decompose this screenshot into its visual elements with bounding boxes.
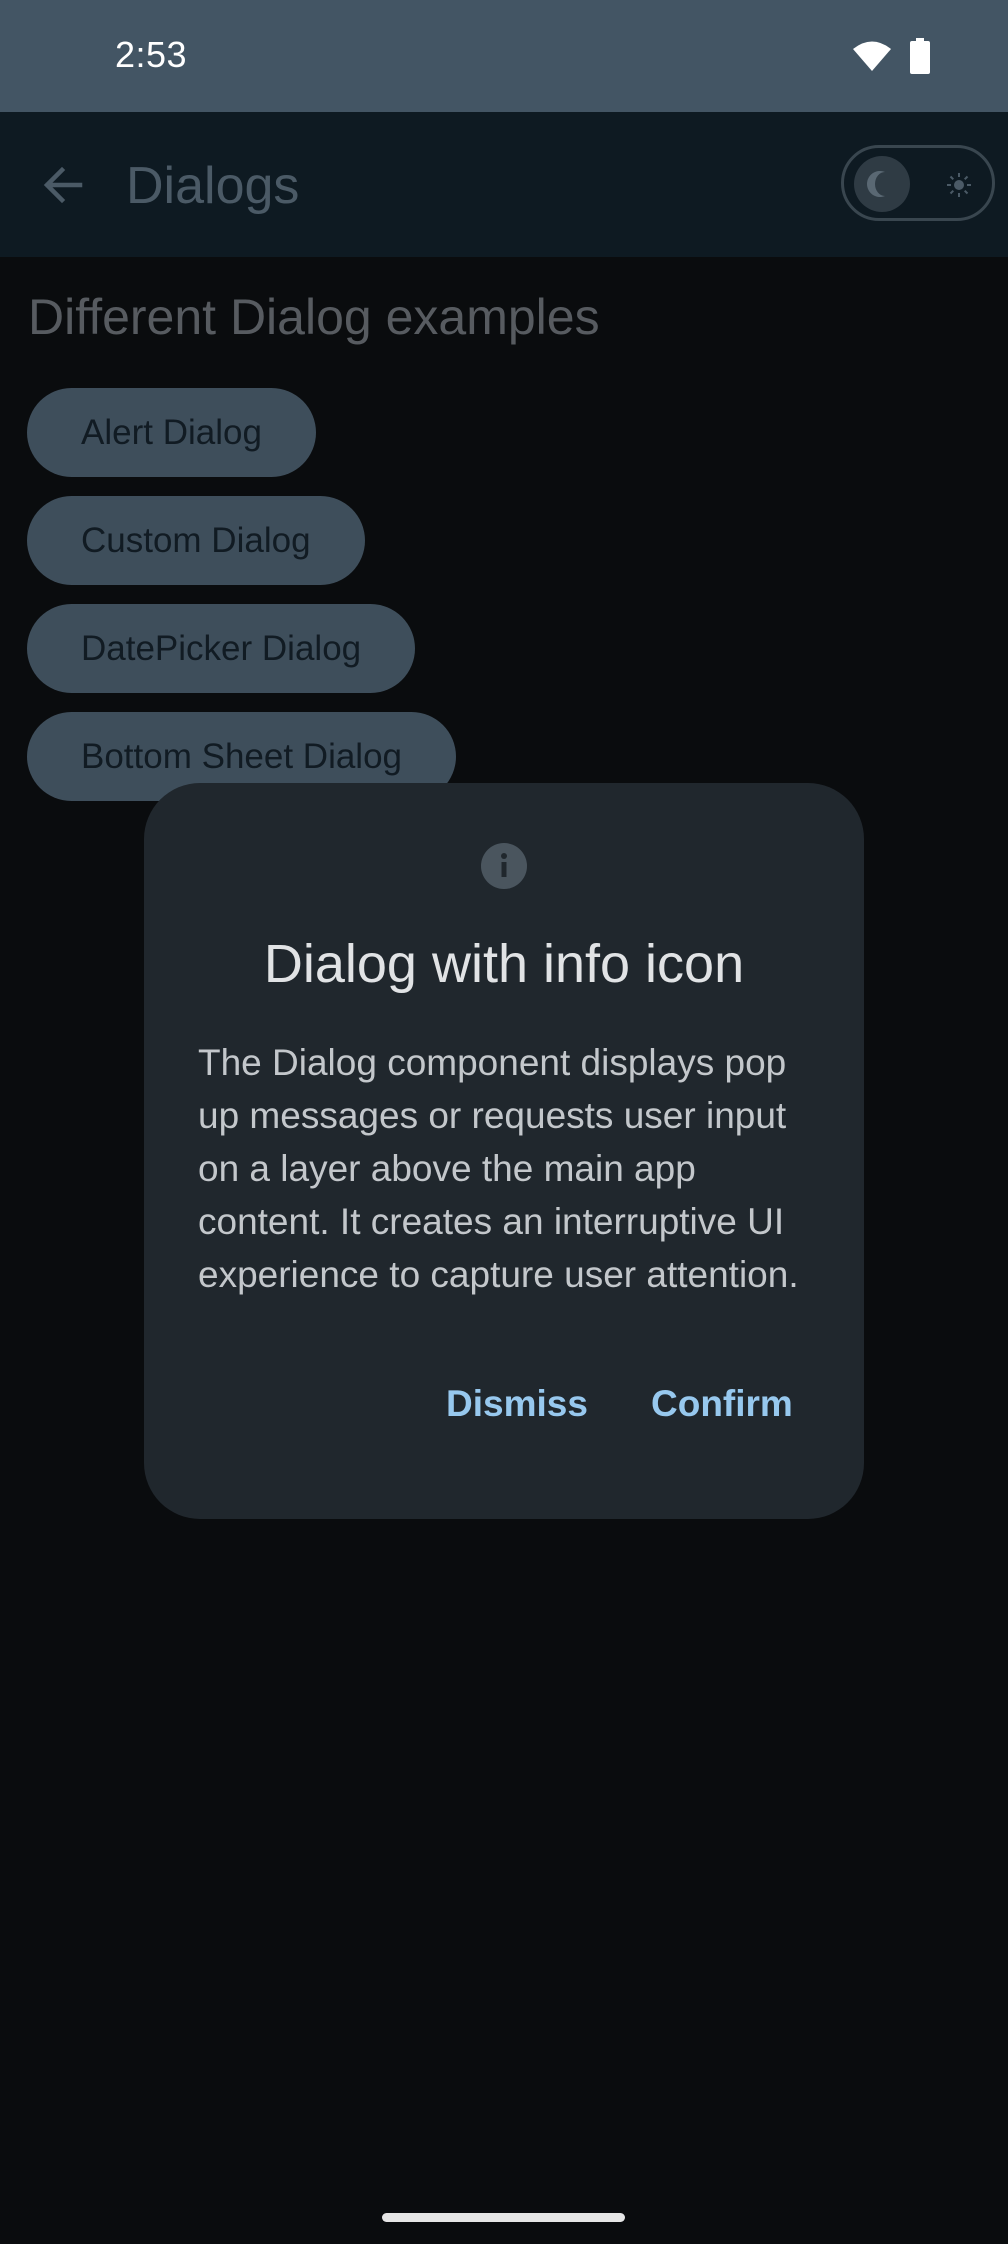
status-time: 2:53 <box>115 34 188 75</box>
info-dialog: Dialog with info icon The Dialog compone… <box>144 783 864 1519</box>
battery-icon <box>910 38 930 79</box>
dialog-title: Dialog with info icon <box>263 934 745 994</box>
custom-dialog-button[interactable]: Custom Dialog <box>27 496 365 585</box>
sun-icon <box>946 172 972 198</box>
alert-dialog-button[interactable]: Alert Dialog <box>27 388 316 477</box>
confirm-button[interactable]: Confirm <box>651 1383 793 1425</box>
dismiss-button[interactable]: Dismiss <box>446 1383 588 1425</box>
theme-toggle[interactable] <box>841 145 995 221</box>
status-icons <box>852 38 930 79</box>
screen: 2:53 Dialogs Different Dialog examples A… <box>0 0 1008 2244</box>
status-bar: 2:53 <box>0 0 1008 112</box>
arrow-back-icon[interactable] <box>40 162 86 208</box>
moon-icon <box>867 171 885 197</box>
datepicker-dialog-button[interactable]: DatePicker Dialog <box>27 604 416 693</box>
gesture-nav-bar[interactable] <box>382 2213 625 2222</box>
page-title: Dialogs <box>126 157 300 215</box>
toggle-knob <box>854 156 910 212</box>
section-title: Different Dialog examples <box>28 289 600 345</box>
info-icon <box>480 842 528 890</box>
wifi-icon <box>852 40 892 77</box>
dialog-body: The Dialog component displays pop up mes… <box>198 1042 799 1295</box>
top-app-bar: Dialogs <box>0 112 1008 257</box>
